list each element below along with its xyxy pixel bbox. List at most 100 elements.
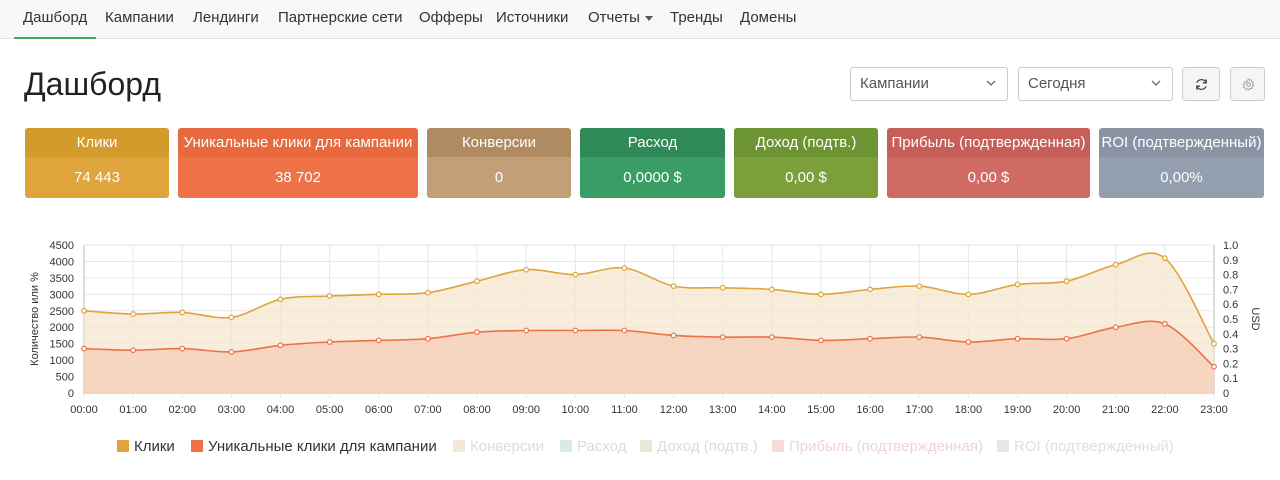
data-point xyxy=(818,337,824,344)
chart-legend: Клики Уникальные клики для кампании Конв… xyxy=(0,437,1280,457)
data-point xyxy=(179,345,186,352)
y-tick-label: 3000 xyxy=(50,289,74,301)
x-tick-label: 09:00 xyxy=(512,404,540,416)
caret-down-icon xyxy=(644,15,653,21)
x-tick-label: 04:00 xyxy=(267,404,295,416)
x-tick-label: 16:00 xyxy=(856,404,884,416)
x-tick-label: 10:00 xyxy=(562,404,590,416)
data-point xyxy=(277,342,284,349)
x-tick-label: 19:00 xyxy=(1004,404,1032,416)
refresh-button[interactable] xyxy=(1182,67,1220,101)
group-select[interactable]: Кампании xyxy=(850,67,1008,101)
data-point xyxy=(1112,261,1119,268)
legend-swatch xyxy=(560,440,572,452)
tile-unique-clicks-label: Уникальные клики для кампании xyxy=(178,128,418,157)
tile-unique-clicks: Уникальные клики для кампании 38 702 xyxy=(178,128,418,198)
x-tick-label: 23:00 xyxy=(1200,404,1228,416)
x-tick-label: 21:00 xyxy=(1102,404,1130,416)
nav-item-campaigns[interactable]: Кампании xyxy=(105,0,174,39)
nav-item-sources[interactable]: Источники xyxy=(496,0,568,39)
x-tick-label: 03:00 xyxy=(218,404,246,416)
legend-item-clicks[interactable]: Клики xyxy=(117,437,175,457)
data-point xyxy=(1112,324,1119,331)
data-point xyxy=(81,307,87,314)
legend-item-unique-clicks[interactable]: Уникальные клики для кампании xyxy=(191,437,437,457)
tile-cost: Расход 0,0000 $ xyxy=(580,128,725,198)
y-tick-label: 1500 xyxy=(50,339,74,351)
legend-item-cost[interactable]: Расход xyxy=(560,437,626,457)
legend-swatch xyxy=(117,440,129,452)
x-tick-label: 12:00 xyxy=(660,404,688,416)
legend-label: Доход (подтв.) xyxy=(657,438,758,455)
y-tick-label: 4500 xyxy=(50,240,74,252)
data-point xyxy=(670,332,677,339)
data-point xyxy=(474,329,480,336)
legend-item-conversions[interactable]: Конверсии xyxy=(453,437,544,457)
data-point xyxy=(1211,363,1217,370)
data-point xyxy=(1014,281,1021,288)
tile-revenue-label: Доход (подтв.) xyxy=(734,128,878,157)
legend-label: Конверсии xyxy=(470,438,545,455)
period-select[interactable]: Сегодня xyxy=(1018,67,1173,101)
y-tick-label: 0 xyxy=(68,388,74,400)
data-point xyxy=(1161,255,1168,262)
tile-conversions: Конверсии 0 xyxy=(427,128,571,198)
legend-item-roi[interactable]: ROI (подтвержденный) xyxy=(997,437,1174,457)
group-select-value: Кампании xyxy=(860,75,929,92)
y-tick-label: 2500 xyxy=(50,306,74,318)
gear-icon xyxy=(1242,78,1255,91)
data-point xyxy=(277,296,284,303)
tile-revenue-value: 0,00 $ xyxy=(734,157,878,198)
tile-profit: Прибыль (подтвержденная) 0,00 $ xyxy=(887,128,1090,198)
x-tick-label: 11:00 xyxy=(611,404,638,416)
legend-label: Прибыль (подтвержденная) xyxy=(789,438,984,455)
tile-clicks-label: Клики xyxy=(25,128,169,157)
nav-item-trends[interactable]: Тренды xyxy=(670,0,723,39)
refresh-icon xyxy=(1196,79,1207,90)
tile-clicks: Клики 74 443 xyxy=(25,128,169,198)
nav-item-dashboard[interactable]: Дашборд xyxy=(14,0,97,39)
data-point xyxy=(621,327,628,334)
y2-tick-label: 0 xyxy=(1223,388,1229,400)
tile-cost-label: Расход xyxy=(580,128,725,157)
data-point xyxy=(1211,340,1217,347)
data-point xyxy=(130,311,137,317)
legend-label: Уникальные клики для кампании xyxy=(208,438,437,455)
y-tick-label: 3500 xyxy=(50,273,74,285)
legend-item-revenue[interactable]: Доход (подтв.) xyxy=(640,437,758,457)
data-point xyxy=(1063,335,1070,342)
legend-swatch xyxy=(453,440,465,452)
data-point xyxy=(326,293,333,299)
data-point xyxy=(375,291,382,298)
data-point xyxy=(916,334,923,340)
x-tick-label: 08:00 xyxy=(463,404,491,416)
tile-profit-value: 0,00 $ xyxy=(887,157,1090,198)
settings-button[interactable] xyxy=(1230,67,1265,101)
y2-tick-label: 0.2 xyxy=(1223,358,1238,370)
data-point xyxy=(867,286,873,293)
data-point xyxy=(719,334,726,340)
chevron-down-icon xyxy=(986,80,996,87)
data-point xyxy=(719,284,726,291)
y-tick-label: 2000 xyxy=(50,322,74,334)
nav-item-reports[interactable]: Отчеты xyxy=(588,0,653,39)
y-tick-label: 1000 xyxy=(50,355,74,367)
tile-roi: ROI (подтвержденный) 0,00% xyxy=(1099,128,1264,198)
nav-item-landings[interactable]: Лендинги xyxy=(193,0,259,39)
x-tick-label: 01:00 xyxy=(119,404,147,416)
nav-item-reports-label: Отчеты xyxy=(588,9,640,26)
nav-item-affiliate-networks[interactable]: Партнерские сети xyxy=(278,0,403,39)
tile-conversions-label: Конверсии xyxy=(427,128,571,157)
nav-item-offers[interactable]: Офферы xyxy=(419,0,483,39)
tile-revenue: Доход (подтв.) 0,00 $ xyxy=(734,128,878,198)
data-point xyxy=(474,278,480,285)
legend-swatch xyxy=(191,440,203,452)
data-point xyxy=(228,348,235,355)
data-point xyxy=(572,271,579,278)
tile-clicks-value: 74 443 xyxy=(25,157,169,198)
legend-swatch xyxy=(997,440,1009,452)
tile-roi-value: 0,00% xyxy=(1099,157,1264,198)
legend-item-profit[interactable]: Прибыль (подтвержденная) xyxy=(772,437,983,457)
nav-item-domains[interactable]: Домены xyxy=(740,0,796,39)
legend-label: Расход xyxy=(577,438,627,455)
